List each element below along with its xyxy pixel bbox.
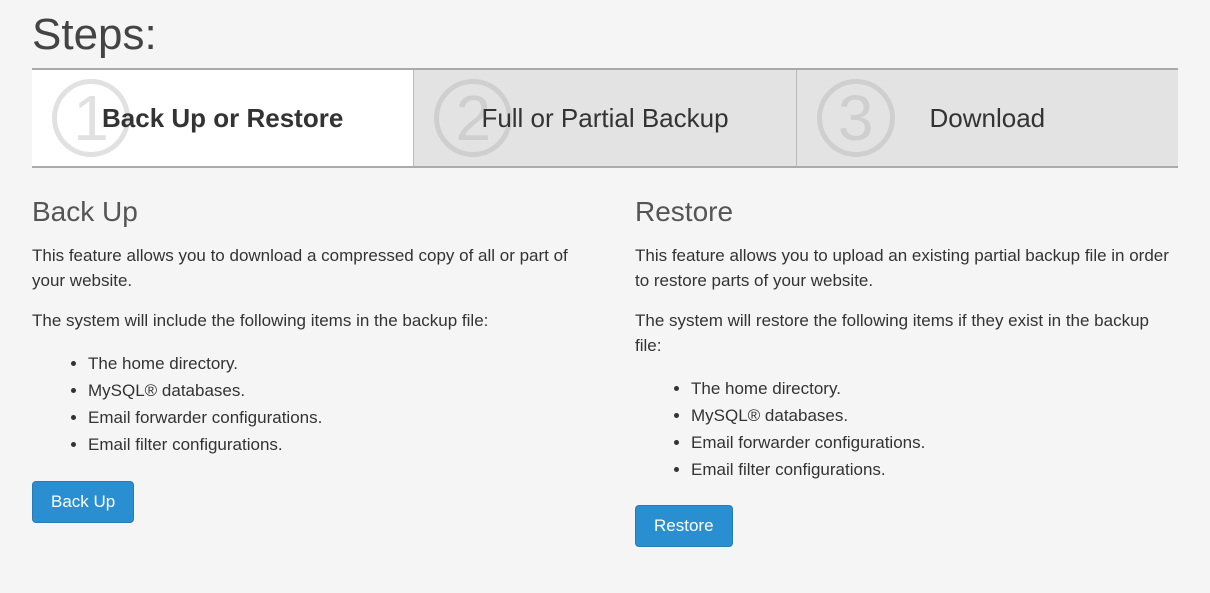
step-tab-download[interactable]: 3 Download <box>797 70 1178 166</box>
step-number-icon: 3 <box>817 79 895 157</box>
list-item: Email filter configurations. <box>691 456 1178 483</box>
backup-section: Back Up This feature allows you to downl… <box>32 196 575 547</box>
list-item: MySQL® databases. <box>691 402 1178 429</box>
list-item: Email forwarder configurations. <box>88 404 575 431</box>
page-title: Steps: <box>32 10 1178 60</box>
list-item: The home directory. <box>691 375 1178 402</box>
step-label: Full or Partial Backup <box>481 103 728 134</box>
restore-section: Restore This feature allows you to uploa… <box>635 196 1178 547</box>
list-item: Email forwarder configurations. <box>691 429 1178 456</box>
list-item: Email filter configurations. <box>88 431 575 458</box>
step-label: Back Up or Restore <box>102 103 343 134</box>
restore-list-intro: The system will restore the following it… <box>635 309 1178 358</box>
backup-items-list: The home directory. MySQL® databases. Em… <box>88 350 575 459</box>
steps-tabs: 1 Back Up or Restore 2 Full or Partial B… <box>32 68 1178 168</box>
step-tab-full-partial[interactable]: 2 Full or Partial Backup <box>414 70 796 166</box>
list-item: MySQL® databases. <box>88 377 575 404</box>
restore-description: This feature allows you to upload an exi… <box>635 244 1178 293</box>
backup-title: Back Up <box>32 196 575 228</box>
backup-description: This feature allows you to download a co… <box>32 244 575 293</box>
backup-list-intro: The system will include the following it… <box>32 309 575 334</box>
content-columns: Back Up This feature allows you to downl… <box>32 196 1178 547</box>
step-label: Download <box>930 103 1046 134</box>
restore-button[interactable]: Restore <box>635 505 733 547</box>
backup-button[interactable]: Back Up <box>32 481 134 523</box>
restore-items-list: The home directory. MySQL® databases. Em… <box>691 375 1178 484</box>
step-tab-backup-restore[interactable]: 1 Back Up or Restore <box>32 70 414 166</box>
list-item: The home directory. <box>88 350 575 377</box>
restore-title: Restore <box>635 196 1178 228</box>
